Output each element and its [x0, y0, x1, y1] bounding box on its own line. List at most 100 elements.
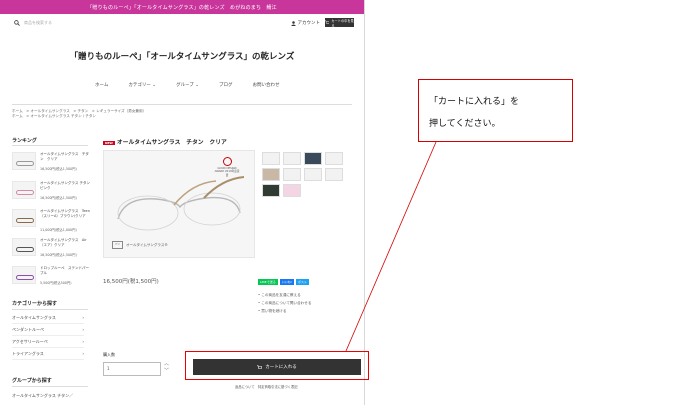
- announcement-bar: 「贈りものルーペ」「オールタイムサングラス」の乾レンズ めがねのまち 鯖江: [0, 0, 364, 14]
- category-item[interactable]: アクセサリールーペ ›: [12, 339, 84, 348]
- product-thumbnail[interactable]: [304, 168, 322, 181]
- caption-text: オールタイムサングラス®: [126, 242, 168, 247]
- product-thumbnail[interactable]: [262, 168, 280, 181]
- product-main-image[interactable]: GOOD DESIGN AWARD 2019年度受賞 ITU オールタイムサング…: [103, 150, 255, 258]
- search-icon: [14, 20, 20, 26]
- facebook-like-button[interactable]: いいね!: [279, 279, 294, 285]
- image-caption: ITU オールタイムサングラス®: [112, 241, 168, 249]
- ranking-heading: ランキング: [12, 138, 37, 144]
- ranking-item-name: オールタイムサングラス チタン クリア: [40, 152, 89, 161]
- site-title[interactable]: 「贈りものルーペ」「オールタイムサングラス」の乾レンズ: [0, 50, 364, 62]
- divider: [12, 309, 88, 310]
- ranking-item-name: ドロップルーペ ステンドパープル: [40, 266, 89, 275]
- category-item[interactable]: ペンダントルーペ ›: [12, 327, 84, 336]
- award-logo: GOOD DESIGN AWARD 2019年度受賞: [214, 157, 240, 177]
- ranking-item-price: 16,500円(税込1,500円): [40, 253, 77, 257]
- product-thumbnail[interactable]: [283, 168, 301, 181]
- announcement-text: 「贈りものルーペ」「オールタイムサングラス」の乾レンズ めがねのまち 鯖江: [87, 4, 277, 11]
- nav-blog[interactable]: ブログ: [219, 82, 233, 88]
- category-label: トライアングラス: [12, 351, 44, 356]
- nav-group[interactable]: グループ ⌄: [176, 82, 199, 88]
- product-thumbnail[interactable]: [283, 184, 301, 197]
- callout-line: 押してください。: [429, 119, 501, 129]
- account-link[interactable]: アカウント: [290, 20, 321, 26]
- divider: [12, 145, 88, 146]
- thumbnail-grid: [262, 152, 344, 197]
- category-item[interactable]: トライアングラス ›: [12, 351, 84, 360]
- group-heading: グループから探す: [12, 378, 52, 384]
- chevron-up-icon[interactable]: ︿: [164, 361, 169, 368]
- group-label: オールタイムサングラス チタン／: [12, 393, 74, 398]
- award-text: GOOD DESIGN AWARD 2019年度受賞: [214, 167, 240, 177]
- search-input[interactable]: 商品を検索する: [24, 20, 52, 26]
- share-buttons: LINEで送る いいね! ポスト: [258, 279, 309, 285]
- chevron-right-icon: ›: [82, 339, 84, 344]
- product-thumbnail[interactable]: [325, 168, 343, 181]
- chevron-right-icon: ›: [82, 351, 84, 356]
- divider: [12, 104, 352, 105]
- breadcrumb-line[interactable]: ホーム > オールタイムサングラス チタン / チタン: [12, 114, 162, 119]
- user-icon: [290, 20, 296, 26]
- quantity-stepper[interactable]: ︿ ﹀: [164, 361, 169, 375]
- ranking-item-name: オールタイムサングラス Air（エア）クリア: [40, 238, 87, 247]
- product-thumbnail: [12, 266, 36, 284]
- chevron-down-icon[interactable]: ﹀: [164, 368, 169, 375]
- product-thumbnail: [12, 209, 36, 227]
- product-thumbnail[interactable]: [262, 184, 280, 197]
- category-label: アクセサリールーペ: [12, 339, 48, 344]
- instruction-callout: 「カートに入れる」を 押してください。: [418, 79, 573, 142]
- ranking-item-name: オールタイムサングラス Teen（スリーA）ブラウン/クリア: [40, 209, 90, 218]
- link-inquiry[interactable]: • この商品について問い合わせる: [258, 299, 311, 307]
- nav-contact[interactable]: お問い合わせ: [253, 82, 280, 88]
- ranking-item[interactable]: オールタイムサングラス Air（エア）クリア 16,500円(税込1,500円): [12, 236, 90, 260]
- nav-home[interactable]: ホーム: [95, 82, 108, 88]
- quantity-label: 購入数: [103, 352, 115, 357]
- ranking-item-price: 11,000円(税込1,000円): [40, 228, 77, 232]
- divider: [12, 386, 88, 387]
- product-thumbnail[interactable]: [304, 152, 322, 165]
- product-price: 16,500円(税1,500円): [103, 279, 159, 285]
- product-thumbnail[interactable]: [325, 152, 343, 165]
- header: 商品を検索する アカウント カートの中を見る: [0, 14, 364, 38]
- category-label: ペンダントルーペ: [12, 327, 44, 332]
- product-thumbnail: [12, 181, 36, 199]
- product-title-text: オールタイムサングラス チタン クリア: [116, 140, 227, 146]
- product-thumbnail[interactable]: [283, 152, 301, 165]
- ranking-item[interactable]: オールタイムサングラス Teen（スリーA）ブラウン/クリア 11,000円(税…: [12, 207, 90, 232]
- product-thumbnail: [12, 152, 36, 170]
- tweet-button[interactable]: ポスト: [295, 279, 309, 285]
- shop-page: 「贈りものルーペ」「オールタイムサングラス」の乾レンズ めがねのまち 鯖江 商品…: [0, 0, 365, 405]
- ranking-item[interactable]: オールタイムサングラス チタン クリア 16,500円(税込1,500円): [12, 150, 90, 174]
- cart-label: カートの中を見る: [331, 18, 354, 28]
- main-nav: ホーム カテゴリー ⌄ グループ ⌄ ブログ お問い合わせ: [95, 82, 280, 88]
- ranking-item[interactable]: ドロップルーペ ステンドパープル 5,500円(税込500円): [12, 264, 90, 288]
- link-tell-friend[interactable]: • この商品を友達に教える: [258, 291, 311, 299]
- ranking-item-price: 5,500円(税込500円): [40, 281, 72, 285]
- category-heading: カテゴリーから探す: [12, 301, 58, 307]
- account-label: アカウント: [297, 21, 321, 26]
- breadcrumb: ホーム > オールタイムサングラス > チタン > レギュラーサイズ（男女兼用）…: [12, 109, 162, 119]
- product-thumbnail: [12, 238, 36, 256]
- nav-category[interactable]: カテゴリー ⌄: [128, 82, 156, 88]
- category-label: オールタイムサングラス: [12, 315, 56, 320]
- brand-logo-icon: ITU: [112, 241, 123, 249]
- category-item[interactable]: オールタイムサングラス ›: [12, 315, 84, 324]
- highlight-box: [185, 351, 369, 380]
- link-continue-shopping[interactable]: • 買い物を続ける: [258, 307, 311, 315]
- chevron-right-icon: ›: [82, 327, 84, 332]
- product-title: NEW オールタイムサングラス チタン クリア: [103, 137, 227, 146]
- header-cart-button[interactable]: カートの中を見る: [325, 18, 354, 28]
- new-badge: NEW: [103, 140, 115, 145]
- chevron-right-icon: ›: [82, 315, 84, 320]
- policy-links[interactable]: 返品について 特定商取引法に基づく表記: [235, 384, 298, 389]
- line-share-button[interactable]: LINEで送る: [258, 279, 278, 285]
- ranking-item-price: 16,500円(税込1,500円): [40, 167, 77, 171]
- product-links: • この商品を友達に教える • この商品について問い合わせる • 買い物を続ける: [258, 291, 311, 315]
- search-box[interactable]: 商品を検索する: [14, 20, 52, 26]
- ranking-item[interactable]: オールタイムサングラス チタン ピンク 16,500円(税込1,500円): [12, 179, 94, 203]
- callout-line: 「カートに入れる」を: [429, 97, 520, 107]
- ranking-item-name: オールタイムサングラス チタン ピンク: [40, 181, 94, 190]
- group-item[interactable]: オールタイムサングラス チタン／: [12, 393, 84, 401]
- quantity-input[interactable]: 1: [103, 362, 161, 376]
- product-thumbnail[interactable]: [262, 152, 280, 165]
